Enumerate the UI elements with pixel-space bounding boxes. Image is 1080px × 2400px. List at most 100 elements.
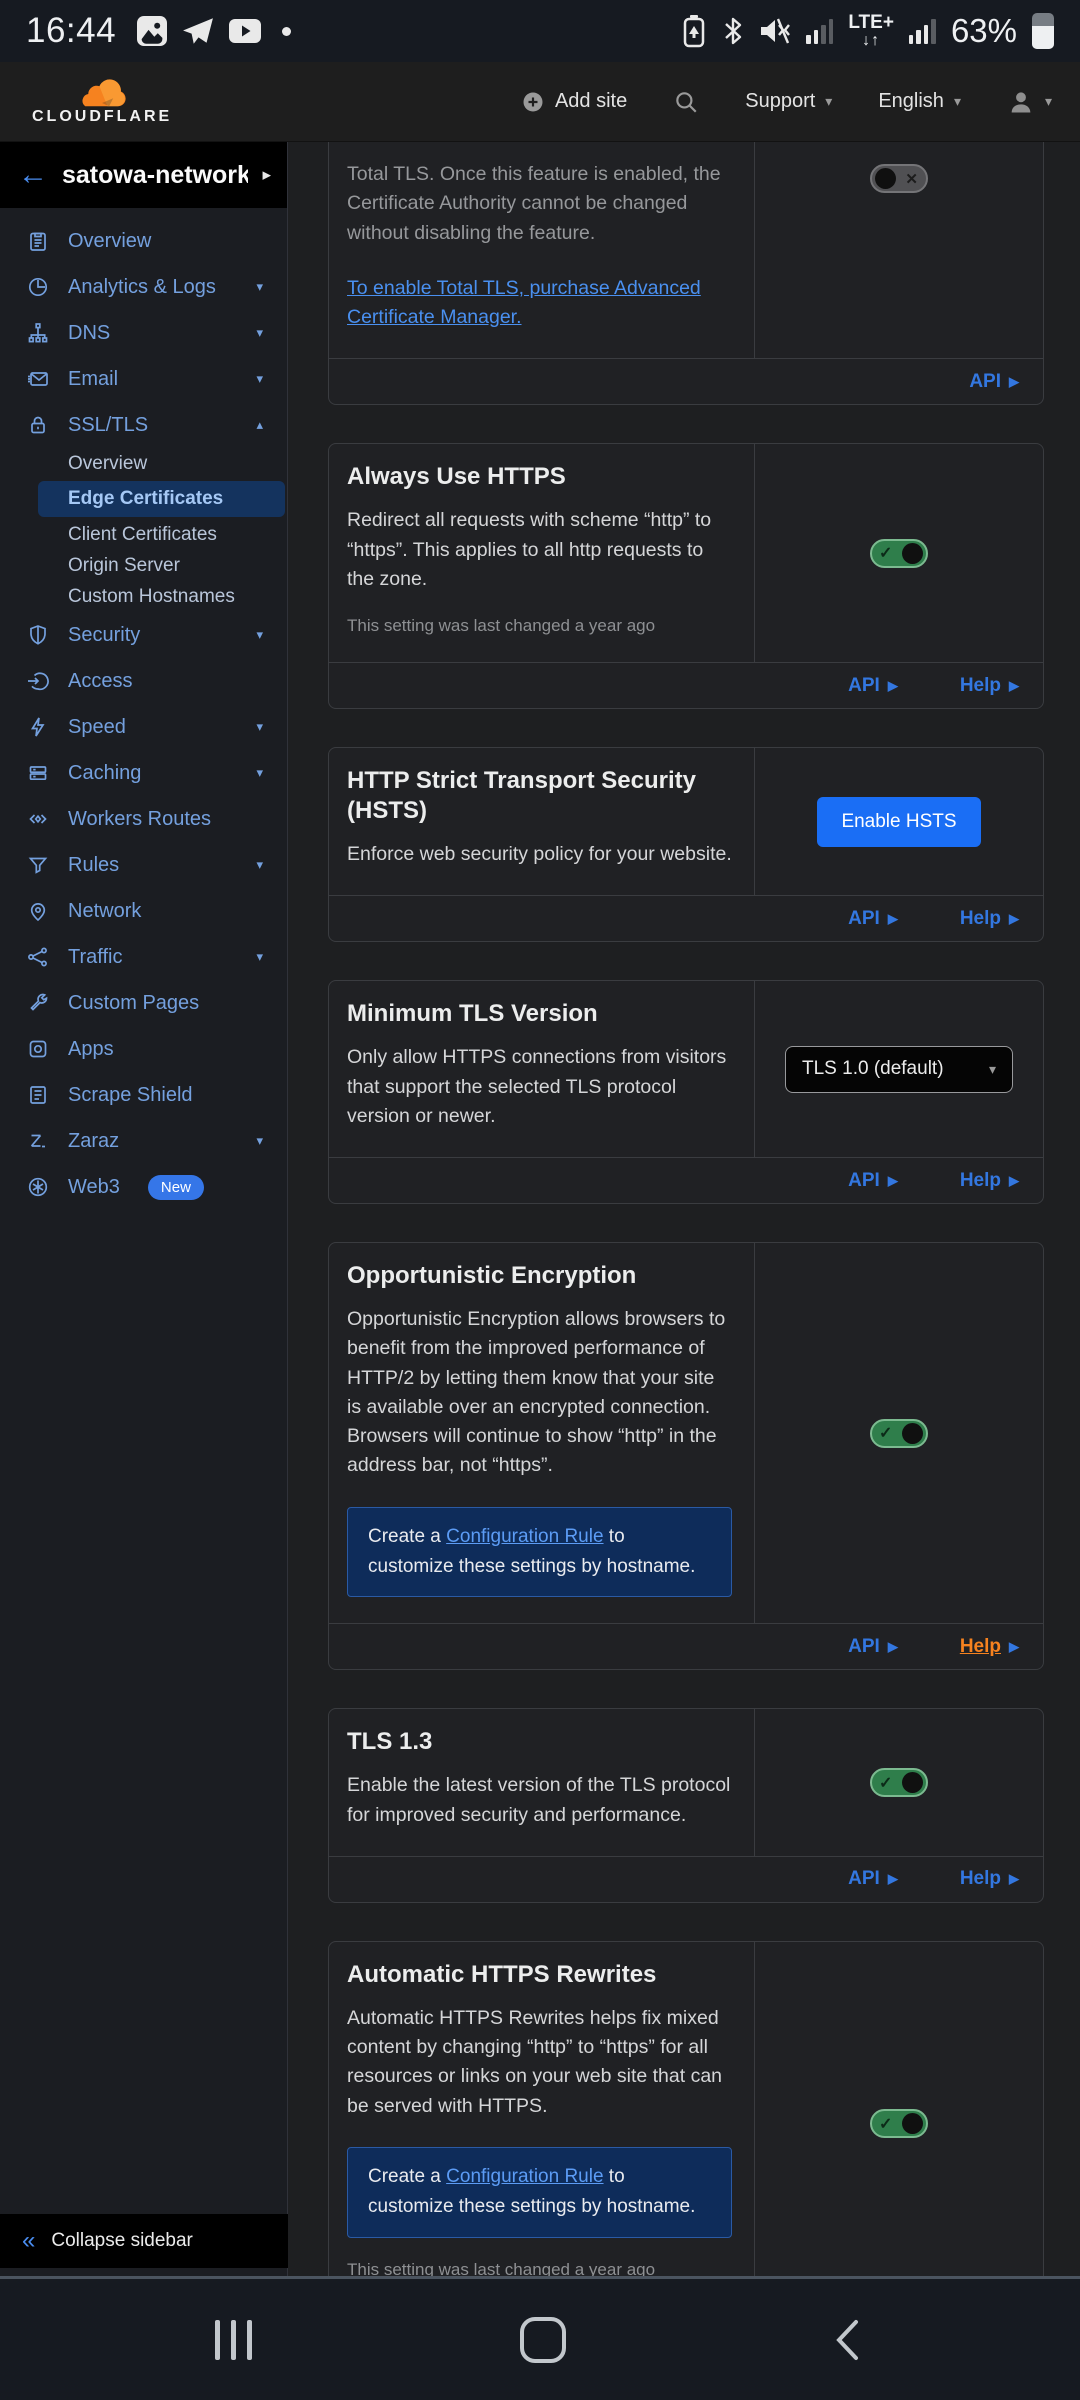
brand-name: CLOUDFLARE xyxy=(32,107,173,125)
sidebar-item-web3[interactable]: Web3 New xyxy=(0,1164,287,1210)
sidebar-item-dns[interactable]: DNS ▾ xyxy=(0,310,287,356)
sidebar-subitem-edge-certificates[interactable]: Edge Certificates xyxy=(38,481,285,517)
triangle-right-icon: ▶ xyxy=(1009,1871,1019,1887)
sidebar-item-email[interactable]: Email ▾ xyxy=(0,356,287,402)
back-arrow-icon[interactable]: ← xyxy=(18,160,48,190)
help-link[interactable]: Help ▶ xyxy=(960,1170,1019,1192)
card-description: Opportunistic Encryption allows browsers… xyxy=(347,1308,726,1477)
purchase-acm-link[interactable]: To enable Total TLS, purchase Advanced C… xyxy=(347,274,732,333)
double-chevron-left-icon: « xyxy=(22,2227,36,2254)
sidebar-item-scrape-shield[interactable]: Scrape Shield xyxy=(0,1072,287,1118)
support-menu[interactable]: Support ▾ xyxy=(745,90,832,113)
total-tls-toggle[interactable]: ✕ xyxy=(870,164,928,193)
card-description: Enable the latest version of the TLS pro… xyxy=(347,1774,731,1826)
sidebar-item-traffic[interactable]: Traffic ▾ xyxy=(0,934,287,980)
automatic-https-rewrites-toggle[interactable]: ✓ xyxy=(870,2109,928,2139)
chevron-down-icon: ▾ xyxy=(256,765,263,780)
sidebar-item-rules[interactable]: Rules ▾ xyxy=(0,842,287,888)
android-back-button[interactable] xyxy=(834,2318,860,2362)
sidebar-item-speed[interactable]: Speed ▾ xyxy=(0,704,287,750)
sidebar-subitem-origin-server[interactable]: Origin Server xyxy=(0,550,287,581)
api-link[interactable]: API ▶ xyxy=(848,1170,898,1192)
dns-sitemap-icon xyxy=(26,321,50,345)
configuration-rule-link[interactable]: Configuration Rule xyxy=(446,1526,603,1547)
cloudflare-cloud-icon xyxy=(82,78,126,106)
cloudflare-logo[interactable]: CLOUDFLARE xyxy=(32,78,173,125)
lte-indicator: LTE+ ↓↑ xyxy=(848,12,894,49)
telegram-icon xyxy=(182,16,214,46)
sidebar-subitem-custom-hostnames[interactable]: Custom Hostnames xyxy=(0,581,287,612)
shield-icon xyxy=(26,623,50,647)
sidebar-item-security[interactable]: Security ▾ xyxy=(0,612,287,658)
recents-button[interactable] xyxy=(215,2319,252,2360)
notification-dot-icon xyxy=(282,26,292,36)
help-link[interactable]: Help ▶ xyxy=(960,1636,1019,1658)
api-link[interactable]: API ▶ xyxy=(848,1868,898,1890)
toggle-knob xyxy=(902,1422,923,1444)
last-changed-note: This setting was last changed a year ago xyxy=(347,616,656,635)
bluetooth-icon xyxy=(722,15,744,47)
search-button[interactable] xyxy=(673,89,699,115)
api-link[interactable]: API ▶ xyxy=(848,1636,898,1658)
help-link[interactable]: Help ▶ xyxy=(960,675,1019,697)
check-icon: ✓ xyxy=(879,2115,893,2133)
chevron-down-icon: ▾ xyxy=(256,857,263,872)
map-pin-icon xyxy=(26,899,50,923)
tls-1-3-toggle[interactable]: ✓ xyxy=(870,1768,928,1798)
add-site-button[interactable]: Add site xyxy=(521,90,627,114)
check-icon: ✓ xyxy=(879,545,893,563)
lock-icon xyxy=(26,413,50,437)
triangle-right-icon: ▶ xyxy=(1009,910,1019,926)
sidebar-item-network[interactable]: Network xyxy=(0,888,287,934)
card-description: Enforce web security policy for your web… xyxy=(347,843,732,865)
code-brackets-icon xyxy=(26,807,50,831)
sidebar-item-apps[interactable]: Apps xyxy=(0,1026,287,1072)
sidebar-item-caching[interactable]: Caching ▾ xyxy=(0,750,287,796)
account-menu[interactable]: ▾ xyxy=(1007,88,1052,116)
sidebar-subitem-client-certificates[interactable]: Client Certificates xyxy=(0,519,287,550)
opportunistic-encryption-toggle[interactable]: ✓ xyxy=(870,1418,928,1448)
caching-stack-icon xyxy=(26,761,50,785)
sidebar-subitem-ssl-overview[interactable]: Overview xyxy=(0,448,287,479)
card-title: TLS 1.3 xyxy=(347,1728,433,1756)
language-menu[interactable]: English ▾ xyxy=(878,90,961,113)
collapse-sidebar-button[interactable]: « Collapse sidebar xyxy=(0,2214,288,2268)
always-use-https-toggle[interactable]: ✓ xyxy=(870,538,928,568)
min-tls-version-select[interactable]: TLS 1.0 (default) ▾ xyxy=(785,1045,1013,1093)
document-icon xyxy=(26,1083,50,1107)
check-icon: ✓ xyxy=(879,1774,893,1792)
sidebar-item-overview[interactable]: Overview xyxy=(0,218,287,264)
chevron-up-icon: ▴ xyxy=(256,417,263,432)
signal-strength-icon-2 xyxy=(908,18,936,44)
sidebar-item-custom-pages[interactable]: Custom Pages xyxy=(0,980,287,1026)
lightning-bolt-icon xyxy=(26,715,50,739)
battery-saver-icon xyxy=(681,14,707,48)
chevron-down-icon: ▾ xyxy=(256,371,263,386)
configuration-rule-link[interactable]: Configuration Rule xyxy=(446,2166,603,2187)
site-header[interactable]: ← satowa-network.at ▸ xyxy=(0,142,287,208)
sidebar-item-zaraz[interactable]: Zaraz ▾ xyxy=(0,1118,287,1164)
api-link[interactable]: API ▶ xyxy=(848,908,898,930)
sidebar-item-workers-routes[interactable]: Workers Routes xyxy=(0,796,287,842)
battery-icon xyxy=(1032,13,1054,49)
android-nav-bar xyxy=(0,2279,1080,2400)
site-name: satowa-network.at xyxy=(62,160,249,189)
sidebar-item-ssl-tls[interactable]: SSL/TLS ▴ xyxy=(0,402,287,448)
triangle-right-icon: ▶ xyxy=(887,1638,898,1654)
clock-time: 16:44 xyxy=(26,11,117,50)
clipboard-icon xyxy=(26,229,50,253)
sidebar: ← satowa-network.at ▸ Overview Analytics… xyxy=(0,142,288,2276)
toggle-knob xyxy=(902,542,923,564)
api-link[interactable]: API ▶ xyxy=(969,371,1019,393)
api-link[interactable]: API ▶ xyxy=(848,675,898,697)
help-link[interactable]: Help ▶ xyxy=(960,1868,1019,1890)
enable-hsts-button[interactable]: Enable HSTS xyxy=(817,796,981,847)
signal-strength-icon xyxy=(806,18,834,44)
card-always-use-https: Always Use HTTPS Redirect all requests w… xyxy=(328,443,1044,709)
sidebar-item-analytics-logs[interactable]: Analytics & Logs ▾ xyxy=(0,264,287,310)
sidebar-item-access[interactable]: Access xyxy=(0,658,287,704)
funnel-icon xyxy=(26,853,50,877)
home-button[interactable] xyxy=(520,2316,566,2363)
help-link[interactable]: Help ▶ xyxy=(960,908,1019,930)
card-title: Always Use HTTPS xyxy=(347,463,566,491)
